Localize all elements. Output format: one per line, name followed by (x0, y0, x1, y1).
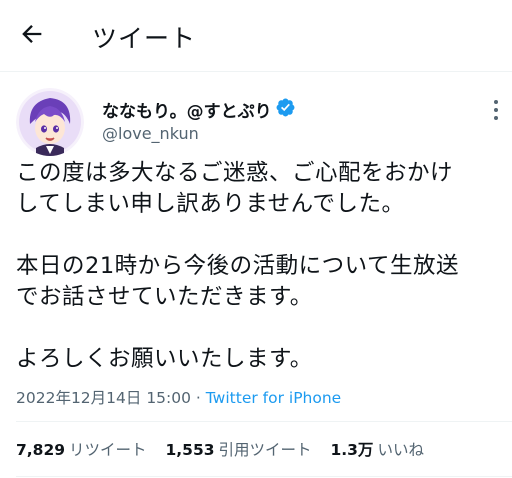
back-button[interactable] (18, 20, 54, 56)
avatar-image (16, 88, 84, 156)
tweet-line: 本日の21時から今後の活動について生放送 (16, 253, 459, 279)
tweet-source-link[interactable]: Twitter for iPhone (206, 389, 341, 407)
tweet-line: この度は多大なるご迷惑、ご心配をおかけ (16, 160, 454, 186)
tweet-timestamp[interactable]: 2022年12月14日 15:00 (16, 389, 191, 407)
more-options-icon[interactable] (488, 96, 504, 124)
avatar[interactable] (16, 88, 84, 156)
tweet-line-blank (16, 313, 506, 344)
divider (16, 476, 512, 477)
retweets-label: リツイート (69, 441, 147, 459)
quotes-stat[interactable]: 1,553 引用ツイート (165, 438, 311, 460)
likes-count: 1.3万 (330, 441, 374, 459)
likes-stat[interactable]: 1.3万 いいね (330, 438, 423, 460)
divider (16, 421, 512, 422)
author-handle[interactable]: @love_nkun (102, 124, 199, 143)
tweet-line-blank (16, 220, 506, 251)
verified-badge-icon (276, 98, 295, 117)
tweet-line: してしまい申し訳ありませんでした。 (16, 191, 405, 217)
quotes-label: 引用ツイート (218, 441, 312, 459)
page-title: ツイート (92, 24, 197, 53)
retweets-count: 7,829 (16, 441, 66, 459)
arrow-left-icon (22, 25, 42, 43)
meta-separator: · (191, 389, 206, 407)
tweet-stats: 7,829 リツイート 1,553 引用ツイート 1.3万 いいね (16, 438, 438, 460)
likes-label: いいね (377, 441, 424, 459)
tweet-line: よろしくお願いいたします。 (16, 346, 313, 372)
tweet-text: この度は多大なるご迷惑、ご心配をおかけ してしまい申し訳ありませんでした。 本日… (16, 158, 506, 375)
author-display-name[interactable]: ななもり。@すとぷり (102, 97, 272, 122)
header-bar: ツイート (0, 0, 512, 72)
quotes-count: 1,553 (165, 441, 215, 459)
tweet-line: でお話させていただきます。 (16, 284, 313, 310)
tweet-meta: 2022年12月14日 15:00 · Twitter for iPhone (16, 386, 341, 408)
retweets-stat[interactable]: 7,829 リツイート (16, 438, 147, 460)
